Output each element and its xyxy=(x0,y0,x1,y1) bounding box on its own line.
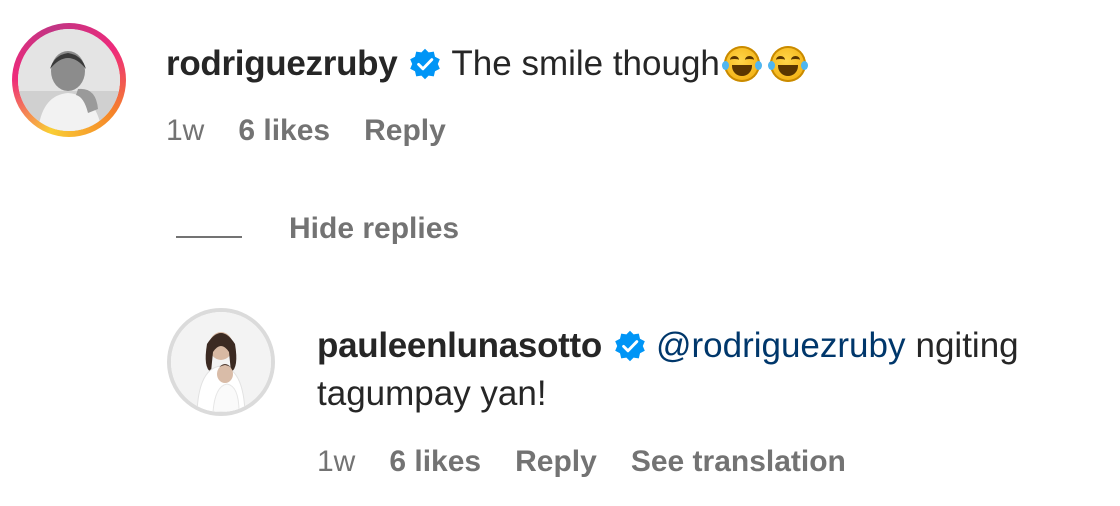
comment-body: rodriguezruby The smile though xyxy=(166,44,808,84)
reply-time[interactable]: 1w xyxy=(317,445,355,479)
reply-text-continued: tagumpay yan! xyxy=(317,374,547,413)
tears-of-joy-emoji xyxy=(721,46,762,82)
avatar-photo xyxy=(18,29,120,131)
hide-replies-button[interactable]: Hide replies xyxy=(289,212,459,246)
verified-badge-icon xyxy=(615,330,645,362)
avatar-border[interactable] xyxy=(167,308,275,416)
comment-time[interactable]: 1w xyxy=(166,114,204,148)
comment-reply-button[interactable]: Reply xyxy=(364,114,446,148)
reply-likes[interactable]: 6 likes xyxy=(389,445,481,479)
story-ring[interactable] xyxy=(12,23,126,137)
reply-reply-button[interactable]: Reply xyxy=(515,445,597,479)
comment-username[interactable]: rodriguezruby xyxy=(166,44,398,84)
reply-meta: 1w 6 likes Reply See translation xyxy=(317,445,846,479)
reply-avatar[interactable] xyxy=(171,312,271,412)
reply-body-line1: pauleenlunasotto @rodriguezruby ngiting xyxy=(317,326,1019,366)
reply-text-start: ngiting xyxy=(915,326,1019,365)
replies-divider xyxy=(176,236,242,238)
comment-text: The smile though xyxy=(451,44,720,83)
comment-meta: 1w 6 likes Reply xyxy=(166,114,446,148)
see-translation-button[interactable]: See translation xyxy=(631,445,846,479)
verified-badge-icon xyxy=(410,48,441,80)
comment-likes[interactable]: 6 likes xyxy=(238,114,330,148)
avatar[interactable] xyxy=(18,29,120,131)
reply-mention-link[interactable]: @rodriguezruby xyxy=(656,326,906,366)
tears-of-joy-emoji xyxy=(767,46,808,82)
reply-username[interactable]: pauleenlunasotto xyxy=(317,326,602,366)
reply-avatar-photo xyxy=(171,312,271,412)
